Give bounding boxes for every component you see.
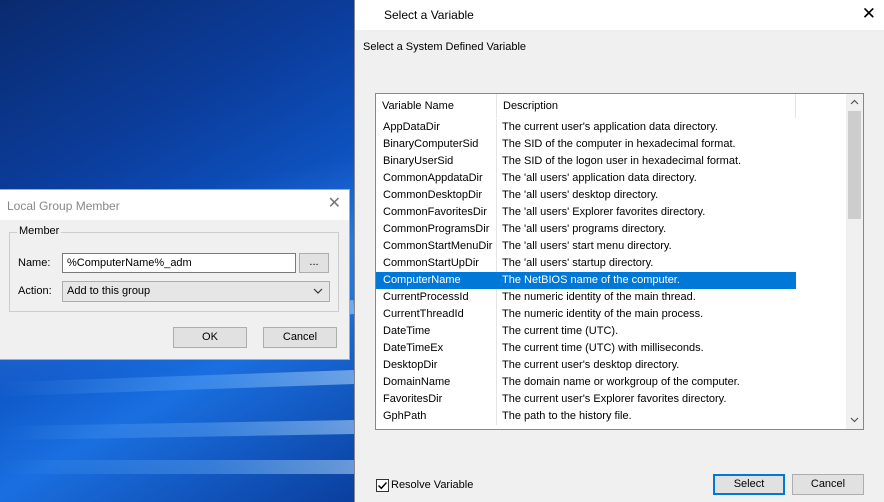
resolve-variable-label[interactable]: Resolve Variable: [391, 479, 473, 491]
table-row[interactable]: GphPath The path to the history file.: [376, 408, 796, 425]
variable-name-cell: CurrentProcessId: [376, 289, 497, 306]
description-cell: The 'all users' programs directory.: [502, 223, 667, 235]
variable-name-cell: CommonFavoritesDir: [376, 204, 497, 221]
description-cell: The 'all users' Explorer favorites direc…: [502, 206, 706, 218]
table-row[interactable]: BinaryUserSid The SID of the logon user i…: [376, 153, 796, 170]
variable-name-cell: ComputerName: [376, 272, 497, 289]
description-cell: The SID of the logon user in hexadecimal…: [502, 155, 742, 167]
dialog-titlebar: Select a Variable ✕: [355, 0, 884, 30]
description-cell: The 'all users' startup directory.: [502, 257, 654, 269]
light-ray: [0, 460, 354, 474]
list-header: Variable Name Description: [376, 94, 846, 118]
cancel-button[interactable]: Cancel: [792, 474, 864, 495]
browse-button[interactable]: ...: [299, 253, 329, 273]
variable-name-cell: DesktopDir: [376, 357, 497, 374]
name-input[interactable]: %ComputerName%_adm: [62, 253, 296, 273]
description-cell: The current user's desktop directory.: [502, 359, 680, 371]
table-row[interactable]: BinaryComputerSid The SID of the computer…: [376, 136, 796, 153]
description-cell: The current time (UTC).: [502, 325, 619, 337]
select-variable-dialog: Select a Variable ✕ Select a System Defi…: [354, 0, 884, 502]
variable-name-cell: CommonStartMenuDir: [376, 238, 497, 255]
dialog-title: Select a Variable: [384, 8, 474, 22]
dialog-title: Local Group Member: [7, 199, 120, 213]
description-cell: The current user's Explorer favorites di…: [502, 393, 727, 405]
variable-name-cell: CurrentThreadId: [376, 306, 497, 323]
variable-name-cell: DomainName: [376, 374, 497, 391]
table-row[interactable]: DesktopDir The current user's desktop dir…: [376, 357, 796, 374]
variable-name-cell: CommonDesktopDir: [376, 187, 497, 204]
table-row[interactable]: DomainName The domain name or workgroup o…: [376, 374, 796, 391]
description-cell: The NetBIOS name of the computer.: [502, 274, 680, 286]
table-row[interactable]: AppDataDir The current user's application…: [376, 119, 796, 136]
variable-name-cell: DateTimeEx: [376, 340, 497, 357]
description-cell: The 'all users' desktop directory.: [502, 189, 659, 201]
description-cell: The current time (UTC) with milliseconds…: [502, 342, 704, 354]
table-row[interactable]: DateTime The current time (UTC).: [376, 323, 796, 340]
close-icon[interactable]: ✕: [862, 5, 876, 22]
action-select-value: Add to this group: [67, 285, 151, 297]
table-row[interactable]: CurrentProcessId The numeric identity of …: [376, 289, 796, 306]
list-rows: AppDataDir The current user's application…: [376, 119, 846, 425]
variable-name-cell: DateTime: [376, 323, 497, 340]
description-cell: The domain name or workgroup of the comp…: [502, 376, 740, 388]
action-label: Action:: [18, 285, 52, 297]
scroll-down-icon[interactable]: [846, 412, 863, 429]
column-header-variable-name[interactable]: Variable Name: [376, 94, 497, 118]
resolve-variable-checkbox[interactable]: [376, 479, 389, 492]
ok-button[interactable]: OK: [173, 327, 247, 348]
variable-list[interactable]: Variable Name Description AppDataDir The …: [375, 93, 864, 430]
local-group-member-dialog: Local Group Member ✕ Member Name: %Compu…: [0, 189, 350, 360]
table-row[interactable]: CommonFavoritesDir The 'all users' Explor…: [376, 204, 796, 221]
scroll-up-icon[interactable]: [846, 94, 863, 111]
action-select[interactable]: Add to this group: [62, 281, 330, 302]
variable-name-cell: BinaryComputerSid: [376, 136, 497, 153]
member-groupbox: Member Name: %ComputerName%_adm ... Acti…: [9, 225, 339, 312]
name-label: Name:: [18, 257, 51, 269]
scrollbar-thumb[interactable]: [848, 111, 861, 219]
description-cell: The numeric identity of the main thread.: [502, 291, 696, 303]
select-button[interactable]: Select: [713, 474, 785, 495]
vertical-scrollbar[interactable]: [846, 94, 863, 429]
table-row[interactable]: CommonProgramsDir The 'all users' program…: [376, 221, 796, 238]
table-row[interactable]: FavoritesDir The current user's Explorer …: [376, 391, 796, 408]
light-ray: [0, 370, 355, 397]
table-row[interactable]: DateTimeEx The current time (UTC) with mi…: [376, 340, 796, 357]
dialog-titlebar: Local Group Member ✕: [0, 190, 349, 220]
table-row[interactable]: CurrentThreadId The numeric identity of t…: [376, 306, 796, 323]
table-row[interactable]: CommonStartUpDir The 'all users' startup …: [376, 255, 796, 272]
description-cell: The 'all users' application data directo…: [502, 172, 697, 184]
description-cell: The SID of the computer in hexadecimal f…: [502, 138, 736, 150]
variable-name-cell: FavoritesDir: [376, 391, 497, 408]
table-row[interactable]: CommonStartMenuDir The 'all users' start …: [376, 238, 796, 255]
close-icon[interactable]: ✕: [328, 196, 341, 212]
column-header-description[interactable]: Description: [497, 94, 796, 118]
groupbox-label: Member: [17, 225, 62, 237]
variable-name-cell: BinaryUserSid: [376, 153, 497, 170]
variable-name-cell: CommonStartUpDir: [376, 255, 497, 272]
variable-name-cell: CommonAppdataDir: [376, 170, 497, 187]
dialog-subtitle: Select a System Defined Variable: [363, 41, 527, 53]
cancel-button[interactable]: Cancel: [263, 327, 337, 348]
table-row[interactable]: ComputerName The NetBIOS name of the comp…: [376, 272, 796, 289]
table-row[interactable]: CommonAppdataDir The 'all users' applicat…: [376, 170, 796, 187]
description-cell: The current user's application data dire…: [502, 121, 718, 133]
table-row[interactable]: CommonDesktopDir The 'all users' desktop …: [376, 187, 796, 204]
light-ray: [0, 420, 355, 441]
description-cell: The 'all users' start menu directory.: [502, 240, 672, 252]
variable-name-cell: GphPath: [376, 408, 497, 425]
variable-name-cell: AppDataDir: [376, 119, 497, 136]
description-cell: The path to the history file.: [502, 410, 632, 422]
variable-name-cell: CommonProgramsDir: [376, 221, 497, 238]
chevron-down-icon: [313, 284, 323, 301]
description-cell: The numeric identity of the main process…: [502, 308, 704, 320]
